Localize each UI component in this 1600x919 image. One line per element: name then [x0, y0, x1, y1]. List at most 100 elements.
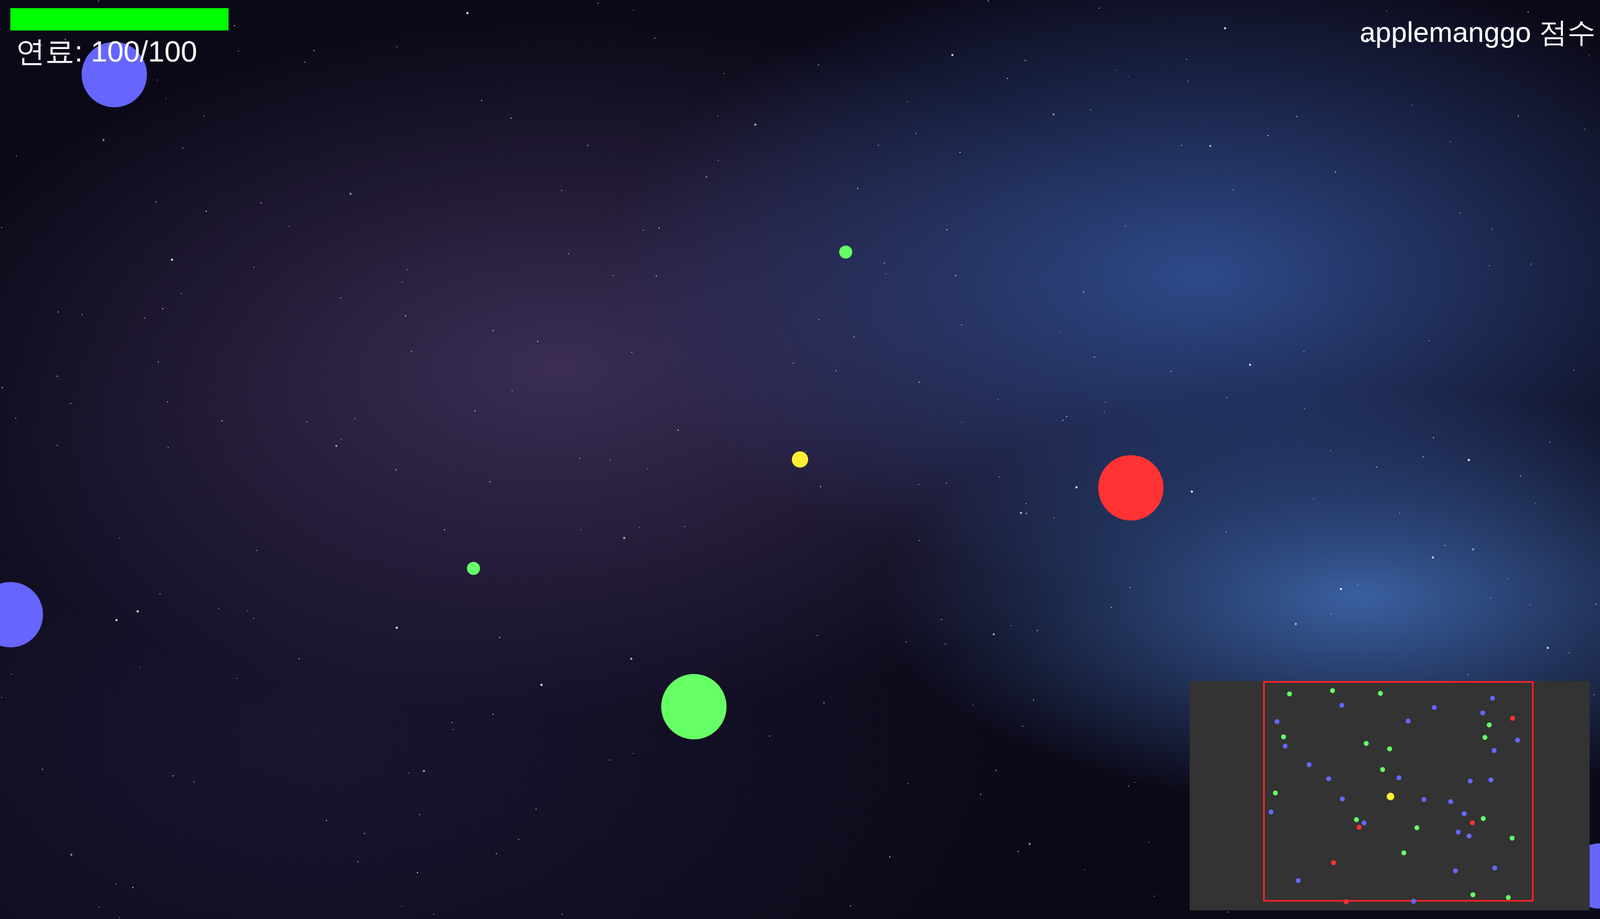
minimap-dot: [1411, 898, 1417, 904]
star: [1595, 603, 1597, 605]
star: [167, 446, 169, 448]
star: [918, 483, 920, 485]
star: [630, 657, 633, 660]
minimap-dot: [1282, 743, 1288, 749]
star: [587, 144, 589, 146]
star: [597, 2, 599, 4]
star: [1, 386, 3, 389]
star: [444, 528, 446, 531]
fuel-bar-fill: [10, 8, 229, 31]
minimap-dot: [1405, 718, 1411, 724]
star: [15, 417, 17, 419]
star: [1334, 171, 1337, 173]
star: [10, 673, 12, 675]
star: [1488, 265, 1491, 267]
star: [955, 274, 957, 276]
star: [157, 361, 159, 363]
star: [1517, 115, 1519, 117]
fuel-label: 연료: 100/100: [10, 33, 229, 70]
minimap-dot: [1387, 746, 1393, 752]
star: [422, 769, 426, 772]
minimap-dot: [1295, 877, 1301, 883]
star: [907, 782, 909, 784]
star: [1148, 841, 1150, 843]
star: [561, 189, 563, 192]
star: [918, 381, 920, 383]
star: [1399, 512, 1401, 514]
star: [1180, 144, 1183, 146]
minimap-dot: [1326, 776, 1332, 781]
star: [1303, 351, 1305, 353]
food-cell: [839, 245, 853, 259]
star: [253, 617, 255, 619]
star: [304, 61, 306, 63]
star: [792, 362, 795, 364]
minimap-dot: [1461, 810, 1467, 816]
star: [835, 370, 837, 372]
star: [182, 147, 184, 149]
star: [298, 657, 300, 660]
star: [1467, 458, 1470, 461]
star: [1103, 410, 1105, 412]
star: [561, 913, 563, 915]
star: [170, 258, 174, 261]
star: [1059, 330, 1061, 332]
minimap-dot: [1509, 835, 1515, 841]
star: [1090, 109, 1092, 111]
star: [1546, 646, 1549, 649]
minimap-dot: [1431, 704, 1437, 710]
star: [1444, 544, 1446, 546]
star: [1127, 76, 1129, 78]
minimap-dot: [1339, 702, 1345, 708]
star: [1024, 59, 1026, 61]
star: [193, 780, 195, 783]
star: [877, 144, 879, 146]
star: [1549, 441, 1551, 443]
star: [1052, 113, 1055, 116]
star: [631, 351, 633, 353]
star: [1330, 613, 1332, 615]
minimap-dot: [1343, 899, 1349, 904]
star: [1223, 27, 1227, 30]
minimap-player-dot: [1386, 792, 1395, 800]
star: [980, 793, 982, 795]
minimap-dot: [1354, 816, 1359, 822]
star: [1010, 624, 1012, 626]
star: [1025, 512, 1027, 514]
game-screen[interactable]: 연료: 100/100applemanggo 점수: [0, 0, 1600, 919]
star: [638, 526, 640, 528]
star: [1303, 408, 1306, 410]
fuel-hud: 연료: 100/100: [10, 8, 229, 70]
star: [1082, 291, 1085, 293]
fuel-bar: [10, 8, 229, 31]
star: [419, 813, 421, 815]
star: [354, 417, 356, 420]
star: [205, 210, 207, 212]
star: [253, 266, 255, 268]
star: [466, 11, 469, 15]
star: [717, 160, 719, 162]
star: [1017, 850, 1019, 852]
star: [340, 297, 342, 299]
star: [1170, 370, 1172, 372]
star: [410, 351, 412, 353]
star: [1527, 11, 1529, 13]
star: [818, 318, 820, 320]
star: [1232, 189, 1234, 191]
star: [165, 97, 167, 100]
star: [1573, 369, 1575, 371]
star: [56, 444, 58, 446]
star: [1467, 673, 1469, 675]
star: [144, 317, 146, 319]
star: [1225, 531, 1227, 533]
star: [136, 610, 139, 613]
star: [406, 268, 408, 270]
star: [647, 468, 649, 470]
star: [889, 856, 891, 858]
star: [723, 72, 725, 75]
star: [816, 634, 818, 636]
player-cell: [791, 451, 809, 468]
star: [452, 728, 454, 730]
star: [959, 151, 961, 153]
star: [654, 37, 656, 39]
